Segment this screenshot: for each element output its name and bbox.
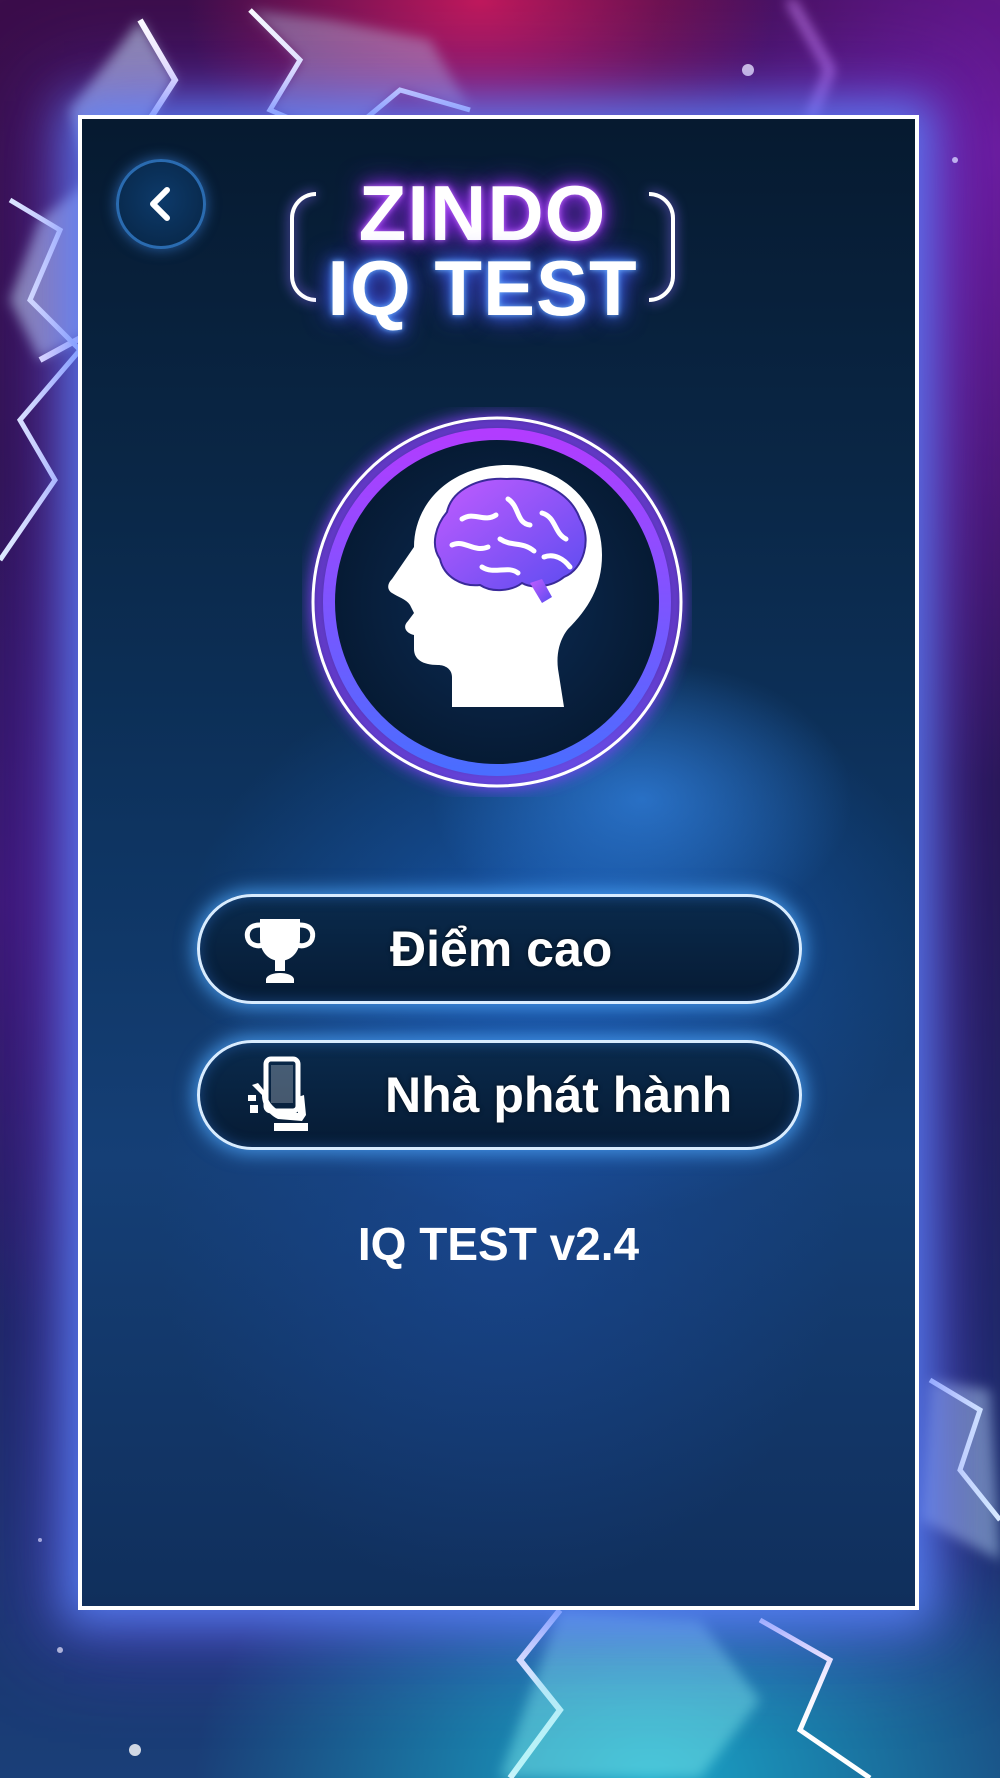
logo-line-1: ZINDO: [358, 169, 607, 257]
bottom-lightning: [500, 1608, 872, 1778]
main-panel: ZINDO IQ TEST Điểm cao Nhà phát hành IQ …: [78, 115, 919, 1610]
trophy-icon: [244, 919, 316, 983]
app-logo: ZINDO IQ TEST: [290, 169, 675, 332]
logo-line-2: IQ TEST: [327, 244, 638, 332]
publisher-button[interactable]: Nhà phát hành: [197, 1040, 802, 1150]
brain-emblem: [302, 407, 692, 797]
publisher-label: Nhà phát hành: [385, 1067, 733, 1123]
back-button[interactable]: [116, 159, 206, 249]
version-label: IQ TEST v2.4: [357, 1218, 640, 1270]
high-scores-label: Điểm cao: [390, 921, 613, 977]
phone-in-hand-icon: [248, 1056, 308, 1131]
brain-head-icon: [310, 415, 684, 789]
high-scores-button[interactable]: Điểm cao: [197, 894, 802, 1004]
chevron-left-icon: [150, 187, 170, 221]
